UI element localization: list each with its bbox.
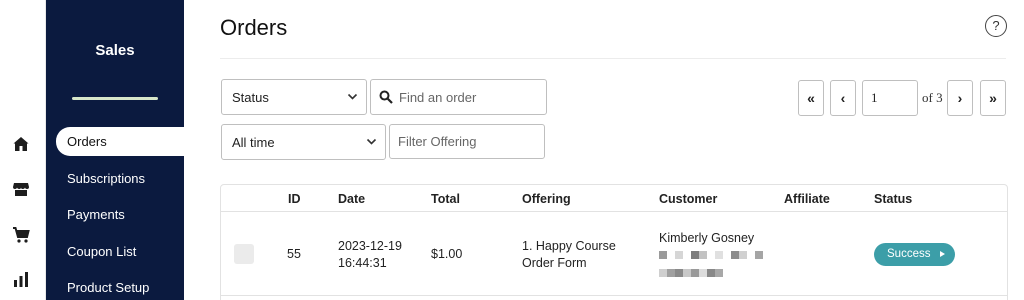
status-label: Success (887, 248, 931, 260)
column-header-id[interactable]: ID (288, 192, 301, 206)
bar-chart-icon[interactable] (12, 270, 30, 288)
row-divider (221, 295, 1007, 296)
cart-icon[interactable] (12, 226, 30, 244)
sidebar-divider (72, 97, 158, 100)
store-icon[interactable] (12, 180, 30, 198)
order-search-input[interactable]: Find an order (370, 79, 547, 115)
page-count-label: of 3 (922, 90, 943, 105)
sidebar-item-subscriptions[interactable]: Subscriptions (56, 164, 184, 193)
sidebar-item-payments[interactable]: Payments (56, 200, 184, 229)
search-placeholder: Find an order (399, 89, 477, 105)
sidebar: Sales Orders Subscriptions Payments Coup… (46, 0, 184, 300)
cell-offering-line1[interactable]: 1. Happy Course (522, 238, 616, 255)
column-header-customer[interactable]: Customer (659, 192, 717, 206)
main-content: Orders ? Status Find an order All time F… (184, 0, 1024, 300)
next-page-button[interactable]: › (947, 80, 973, 116)
help-button[interactable]: ? (985, 15, 1007, 37)
search-icon (379, 90, 393, 104)
row-checkbox[interactable] (234, 244, 254, 264)
prev-page-button[interactable]: ‹ (830, 80, 856, 116)
cell-date-line1: 2023-12-19 (338, 239, 402, 253)
sidebar-item-coupon-list[interactable]: Coupon List (56, 237, 184, 266)
status-badge[interactable]: Success (874, 243, 955, 266)
chevron-down-icon (366, 138, 377, 145)
header-divider (220, 58, 1006, 59)
time-range-select[interactable]: All time (221, 124, 386, 160)
last-page-button[interactable]: » (980, 80, 1006, 116)
column-header-offering[interactable]: Offering (522, 192, 571, 206)
time-range-value: All time (232, 134, 275, 150)
page-number-input[interactable]: 1 (862, 80, 918, 116)
column-header-date[interactable]: Date (338, 192, 365, 206)
cell-offering-line2[interactable]: Order Form (522, 255, 587, 272)
page-title: Orders (220, 15, 288, 40)
status-select-value: Status (232, 89, 269, 105)
chevron-down-icon (347, 93, 358, 100)
sidebar-title: Sales (95, 42, 135, 59)
status-select[interactable]: Status (221, 79, 367, 115)
offering-placeholder: Filter Offering (398, 134, 477, 149)
offering-filter-input[interactable]: Filter Offering (389, 124, 545, 159)
cell-customer-name[interactable]: Kimberly Gosney (659, 230, 754, 247)
play-icon (940, 251, 945, 257)
first-page-button[interactable]: « (798, 80, 824, 116)
sidebar-nav: Orders Subscriptions Payments Coupon Lis… (56, 127, 184, 300)
orders-table: ID Date Total Offering Customer Affiliat… (220, 184, 1008, 300)
icon-rail (0, 0, 46, 300)
column-header-affiliate[interactable]: Affiliate (784, 192, 830, 206)
sidebar-item-product-setup[interactable]: Product Setup (56, 273, 184, 300)
cell-id: 55 (287, 247, 301, 261)
column-header-status[interactable]: Status (874, 192, 912, 206)
column-header-total[interactable]: Total (431, 192, 460, 206)
cell-total: $1.00 (431, 247, 463, 261)
app-root: Sales Orders Subscriptions Payments Coup… (0, 0, 1024, 300)
sidebar-item-orders[interactable]: Orders (56, 127, 184, 156)
cell-date-line2: 16:44:31 (338, 256, 387, 270)
home-icon[interactable] (12, 135, 30, 153)
table-header: ID Date Total Offering Customer Affiliat… (221, 185, 1007, 212)
